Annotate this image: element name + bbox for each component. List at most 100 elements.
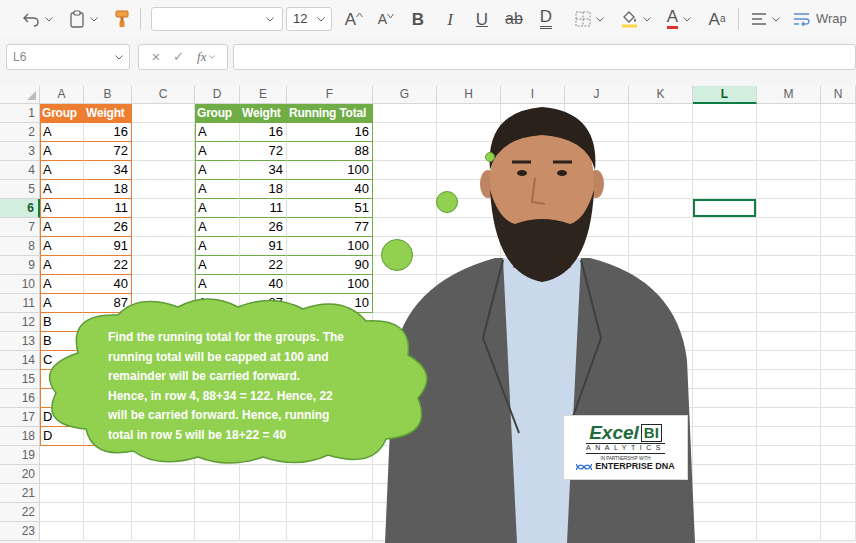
select-all-button[interactable]: [0, 86, 40, 104]
cell[interactable]: [821, 199, 856, 218]
cell[interactable]: [693, 104, 757, 123]
undo-button[interactable]: [18, 4, 56, 34]
table-cell[interactable]: 90: [287, 256, 373, 275]
cell[interactable]: [373, 142, 437, 161]
cell[interactable]: [757, 161, 821, 180]
table-cell[interactable]: 11: [240, 199, 287, 218]
cell[interactable]: [757, 142, 821, 161]
table-cell[interactable]: A: [195, 199, 240, 218]
row-header[interactable]: 16: [0, 389, 40, 408]
paste-button[interactable]: [64, 4, 102, 34]
cell[interactable]: [240, 465, 287, 484]
table-header-cell[interactable]: Weight: [84, 104, 132, 123]
table-cell[interactable]: 51: [287, 199, 373, 218]
table-cell[interactable]: 18: [240, 180, 287, 199]
column-header[interactable]: G: [373, 86, 437, 104]
cell[interactable]: [757, 503, 821, 522]
cell[interactable]: [373, 161, 437, 180]
cell[interactable]: [693, 427, 757, 446]
align-button[interactable]: [745, 4, 785, 34]
table-cell[interactable]: 34: [240, 161, 287, 180]
row-header[interactable]: 3: [0, 142, 40, 161]
cell[interactable]: [693, 313, 757, 332]
cell[interactable]: [757, 199, 821, 218]
cell[interactable]: [40, 446, 84, 465]
table-cell[interactable]: D: [40, 427, 84, 446]
cell[interactable]: [132, 104, 195, 123]
cell[interactable]: [84, 465, 132, 484]
wrap-text-button[interactable]: Wrap: [793, 4, 847, 34]
table-cell[interactable]: 91: [84, 237, 132, 256]
table-cell[interactable]: A: [40, 161, 84, 180]
cell[interactable]: [821, 313, 856, 332]
cell[interactable]: [821, 503, 856, 522]
row-header[interactable]: 19: [0, 446, 40, 465]
cell[interactable]: [132, 180, 195, 199]
cell[interactable]: [437, 123, 501, 142]
row-header[interactable]: 5: [0, 180, 40, 199]
cell[interactable]: [373, 104, 437, 123]
table-cell[interactable]: A: [40, 142, 84, 161]
cell[interactable]: [821, 161, 856, 180]
cell[interactable]: [693, 256, 757, 275]
table-cell[interactable]: 40: [84, 275, 132, 294]
cell[interactable]: [821, 294, 856, 313]
cell[interactable]: [821, 427, 856, 446]
column-header[interactable]: K: [629, 86, 693, 104]
format-painter-button[interactable]: [110, 4, 134, 34]
bold-button[interactable]: B: [402, 4, 434, 34]
cell[interactable]: [40, 484, 84, 503]
italic-button[interactable]: I: [434, 4, 466, 34]
cell[interactable]: [757, 180, 821, 199]
cell[interactable]: [757, 465, 821, 484]
cell[interactable]: [373, 180, 437, 199]
cell[interactable]: [693, 142, 757, 161]
cell[interactable]: [821, 389, 856, 408]
cell[interactable]: [821, 465, 856, 484]
table-cell[interactable]: 72: [84, 142, 132, 161]
name-box[interactable]: L6: [6, 44, 130, 70]
cell[interactable]: [373, 218, 437, 237]
insert-function-button[interactable]: fx: [197, 47, 214, 67]
table-cell[interactable]: 100: [287, 237, 373, 256]
cell[interactable]: [195, 503, 240, 522]
row-header[interactable]: 10: [0, 275, 40, 294]
cell[interactable]: [84, 503, 132, 522]
cell[interactable]: [132, 199, 195, 218]
cell[interactable]: [373, 123, 437, 142]
cell[interactable]: [373, 199, 437, 218]
row-header[interactable]: 17: [0, 408, 40, 427]
row-header[interactable]: 13: [0, 332, 40, 351]
cell[interactable]: [40, 465, 84, 484]
column-header[interactable]: B: [84, 86, 132, 104]
row-header[interactable]: 7: [0, 218, 40, 237]
cell[interactable]: [132, 522, 195, 541]
cell[interactable]: [693, 370, 757, 389]
cell[interactable]: [287, 503, 373, 522]
cell[interactable]: [629, 218, 693, 237]
column-header[interactable]: E: [240, 86, 287, 104]
table-cell[interactable]: 91: [240, 237, 287, 256]
cell[interactable]: [132, 484, 195, 503]
cell[interactable]: [629, 180, 693, 199]
cell[interactable]: [757, 427, 821, 446]
underline-button[interactable]: U: [466, 4, 498, 34]
row-header[interactable]: 14: [0, 351, 40, 370]
cell[interactable]: [693, 161, 757, 180]
cell[interactable]: [757, 389, 821, 408]
row-header[interactable]: 6: [0, 199, 40, 218]
cell[interactable]: [132, 218, 195, 237]
cell[interactable]: [693, 237, 757, 256]
table-cell[interactable]: 16: [287, 123, 373, 142]
cell[interactable]: [757, 484, 821, 503]
cell[interactable]: [40, 522, 84, 541]
table-cell[interactable]: 16: [84, 123, 132, 142]
cell[interactable]: [693, 180, 757, 199]
table-cell[interactable]: 40: [287, 180, 373, 199]
table-cell[interactable]: 34: [84, 161, 132, 180]
table-cell[interactable]: 88: [287, 142, 373, 161]
table-cell[interactable]: 26: [84, 218, 132, 237]
fill-color-button[interactable]: [616, 4, 656, 34]
table-cell[interactable]: A: [195, 180, 240, 199]
cell[interactable]: [757, 218, 821, 237]
